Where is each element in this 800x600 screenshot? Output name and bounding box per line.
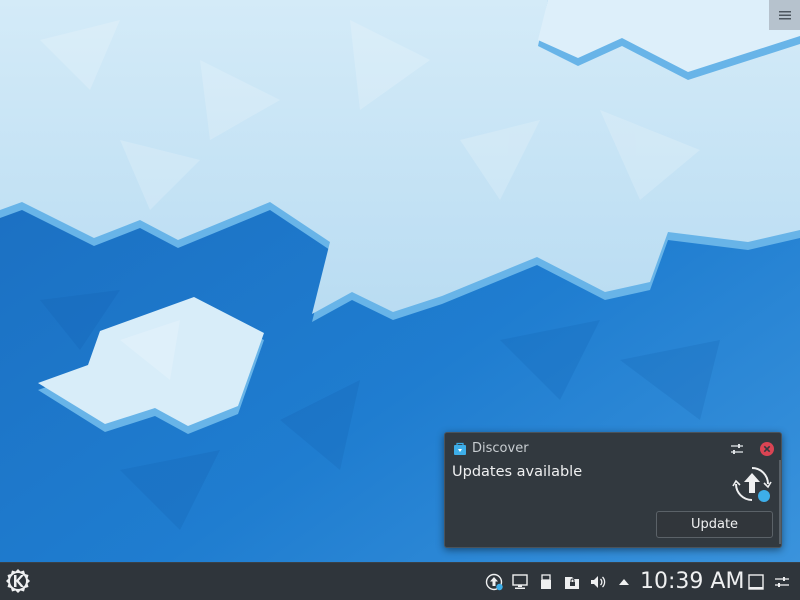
expand-arrow-icon [619, 579, 629, 585]
tray-vault[interactable] [562, 572, 582, 592]
update-arrow-icon [732, 467, 772, 502]
volume-icon [591, 576, 606, 588]
tray-updates[interactable] [484, 572, 504, 592]
vault-icon [565, 577, 579, 589]
tray-volume[interactable] [588, 572, 608, 592]
close-icon[interactable] [759, 441, 775, 457]
notification-settings-icon[interactable] [729, 441, 745, 457]
updates-icon [485, 573, 503, 591]
hamburger-menu-icon [778, 11, 791, 20]
network-icon [512, 574, 528, 589]
bottom-panel: 10:39 AM [0, 562, 800, 600]
notification-summary: Updates available [452, 464, 583, 480]
update-button[interactable]: Update [656, 511, 773, 538]
notification-scrollbar[interactable] [779, 460, 781, 544]
tray-usb-device[interactable] [536, 572, 556, 592]
tray-panel-settings[interactable] [772, 572, 792, 592]
notification-popup: Discover Updates available Update [444, 432, 782, 548]
tray-expand[interactable] [614, 572, 634, 592]
kde-logo-icon[interactable] [4, 567, 32, 596]
notification-app-name: Discover [472, 441, 529, 456]
tray-show-desktop[interactable] [746, 572, 766, 592]
show-desktop-icon [748, 574, 764, 590]
usb-device-icon [541, 574, 551, 589]
panel-settings-icon [775, 577, 789, 587]
tray-network[interactable] [510, 572, 530, 592]
desktop-toolbox-button[interactable] [769, 0, 800, 30]
discover-bag-icon [454, 442, 466, 455]
digital-clock[interactable]: 10:39 AM [640, 567, 744, 597]
desktop[interactable]: Discover Updates available Update [0, 0, 800, 562]
